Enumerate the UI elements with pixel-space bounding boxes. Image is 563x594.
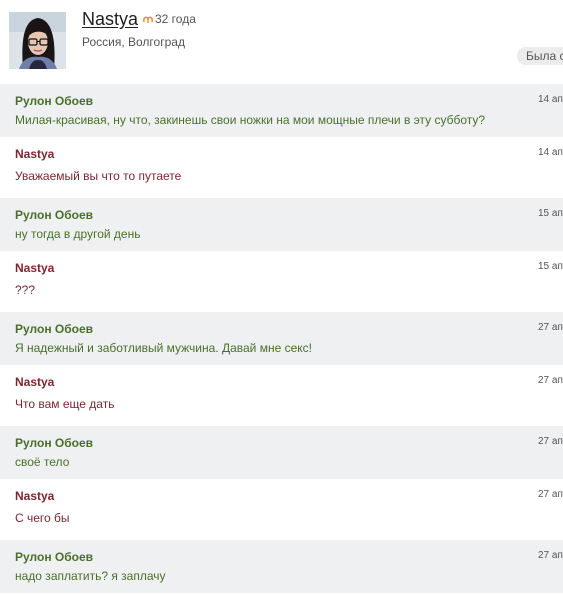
message-sender[interactable]: Nastya: [15, 375, 54, 389]
online-status-badge: Была с: [517, 47, 563, 65]
message-date: 14 ап: [538, 147, 563, 158]
message-sender[interactable]: Рулон Обоев: [15, 550, 93, 564]
message-sender[interactable]: Рулон Обоев: [15, 94, 93, 108]
message-row[interactable]: Nastya Что вам еще дать 27 ап: [0, 365, 563, 426]
message-text: Что вам еще дать: [15, 397, 115, 411]
message-date: 15 ап: [538, 208, 563, 219]
message-row[interactable]: Рулон Обоев Я надежный и заботливый мужч…: [0, 312, 563, 365]
message-row[interactable]: Nastya Уважаемый вы что то путаете 14 ап: [0, 137, 563, 198]
message-sender[interactable]: Рулон Обоев: [15, 436, 93, 450]
avatar[interactable]: [9, 12, 66, 69]
message-sender[interactable]: Рулон Обоев: [15, 208, 93, 222]
message-date: 15 ап: [538, 261, 563, 272]
message-row[interactable]: Рулон Обоев надо заплатить? я заплачу 27…: [0, 540, 563, 593]
message-text: Милая-красивая, ну что, закинешь свои но…: [15, 113, 486, 127]
message-sender[interactable]: Рулон Обоев: [15, 322, 93, 336]
message-text: ???: [15, 283, 36, 297]
message-text: Уважаемый вы что то путаете: [15, 169, 182, 183]
message-text: ну тогда в другой день: [15, 227, 141, 241]
profile-name[interactable]: Nastya: [82, 8, 138, 30]
message-date: 27 ап: [538, 550, 563, 561]
message-date: 14 ап: [538, 94, 563, 105]
message-row[interactable]: Рулон Обоев своё тело 27 ап: [0, 426, 563, 479]
message-list: Рулон Обоев Милая-красивая, ну что, заки…: [0, 84, 563, 593]
message-sender[interactable]: Nastya: [15, 147, 54, 161]
profile-header: Nastya 32 года Россия, Волгоград Была с: [0, 0, 563, 84]
message-date: 27 ап: [538, 436, 563, 447]
message-row[interactable]: Рулон Обоев Милая-красивая, ну что, заки…: [0, 84, 563, 137]
avatar-photo: [9, 12, 66, 69]
profile-age: 32 года: [155, 12, 196, 26]
message-sender[interactable]: Nastya: [15, 261, 54, 275]
message-sender[interactable]: Nastya: [15, 489, 54, 503]
message-text: С чего бы: [15, 511, 70, 525]
message-text: своё тело: [15, 455, 70, 469]
message-row[interactable]: Nastya С чего бы 27 ап: [0, 479, 563, 540]
profile-age-line: 32 года: [143, 12, 196, 26]
message-text: надо заплатить? я заплачу: [15, 569, 166, 583]
message-date: 27 ап: [538, 322, 563, 333]
message-row[interactable]: Nastya ??? 15 ап: [0, 251, 563, 312]
aries-icon: [143, 16, 153, 23]
message-date: 27 ап: [538, 489, 563, 500]
message-text: Я надежный и заботливый мужчина. Давай м…: [15, 341, 312, 355]
profile-location: Россия, Волгоград: [82, 35, 185, 49]
message-row[interactable]: Рулон Обоев ну тогда в другой день 15 ап: [0, 198, 563, 251]
message-date: 27 ап: [538, 375, 563, 386]
